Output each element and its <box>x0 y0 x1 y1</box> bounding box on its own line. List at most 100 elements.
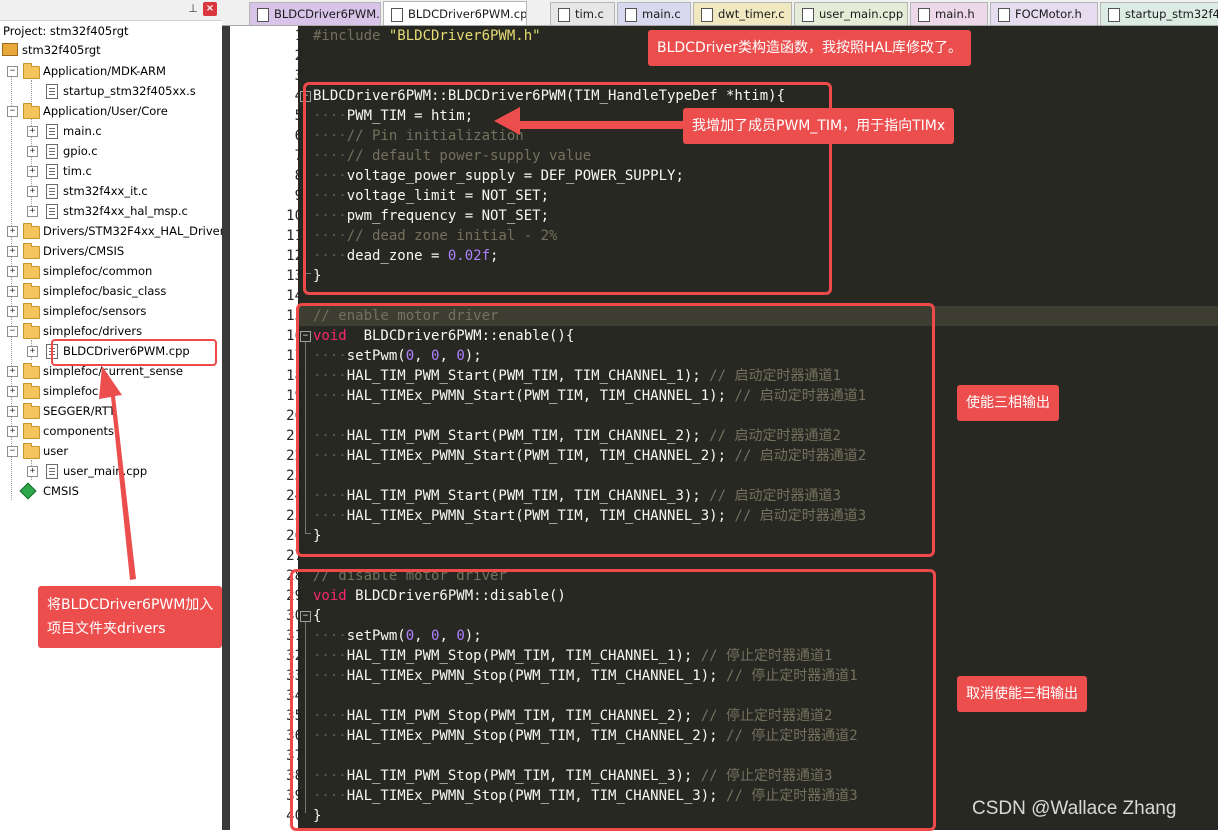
tree-file-item[interactable]: + stm32f4xx_it.c <box>0 181 220 201</box>
tree-item-label: stm32f4xx_hal_msp.c <box>63 204 188 218</box>
tab[interactable]: startup_stm32f405xx.s <box>1100 2 1218 25</box>
tree-file-item[interactable]: + tim.c <box>0 161 220 181</box>
expand-icon[interactable]: + <box>7 386 18 397</box>
expand-icon[interactable]: + <box>27 206 38 217</box>
expand-icon[interactable]: + <box>7 266 18 277</box>
tree-folder-item[interactable]: + simplefoc <box>0 381 220 401</box>
tab[interactable]: tim.c <box>550 2 615 25</box>
editor-tab-bar: BLDCDriver6PWM.h BLDCDriver6PWM.cpp tim.c m… <box>222 0 1218 26</box>
tree-project-item[interactable]: stm32f405rgt <box>0 40 220 60</box>
file-icon <box>46 184 58 199</box>
tree-item-label: simplefoc/common <box>43 264 153 278</box>
expand-icon[interactable]: + <box>7 426 18 437</box>
file-highlight-box <box>51 339 217 366</box>
expand-icon[interactable]: + <box>7 406 18 417</box>
disable-highlight-box <box>290 569 936 831</box>
tree-item-label: Drivers/STM32F4xx_HAL_Driver <box>43 224 223 238</box>
tree-file-item[interactable]: startup_stm32f405xx.s <box>0 81 220 101</box>
line-number: 25 <box>286 508 303 524</box>
tree-item-label: simplefoc/basic_class <box>43 284 167 298</box>
line-number: 2 <box>294 48 303 64</box>
tree-folder-item[interactable]: − Application/MDK-ARM <box>0 61 220 81</box>
tab-label: BLDCDriver6PWM.cpp <box>408 7 527 21</box>
collapse-icon[interactable]: − <box>7 326 18 337</box>
pin-icon[interactable]: ⊥ <box>186 2 200 16</box>
expand-icon[interactable]: + <box>7 246 18 257</box>
tab-active[interactable]: BLDCDriver6PWM.cpp <box>383 1 527 25</box>
tree-folder-item[interactable]: + simplefoc/sensors <box>0 301 220 321</box>
collapse-icon[interactable]: − <box>7 106 18 117</box>
tree-folder-item[interactable]: − user <box>0 441 220 461</box>
collapse-icon[interactable]: − <box>7 446 18 457</box>
file-icon <box>625 8 637 22</box>
file-icon <box>558 8 570 22</box>
tab-label: startup_stm32f405xx.s <box>1125 7 1218 21</box>
tree-item-label: simplefoc <box>43 384 99 398</box>
tree-folder-item[interactable]: + simplefoc/basic_class <box>0 281 220 301</box>
watermark: CSDN @Wallace Zhang <box>972 798 1177 819</box>
line-number: 10 <box>286 208 303 224</box>
tree-item-label: startup_stm32f405xx.s <box>63 84 196 98</box>
line-number: 7 <box>294 148 303 164</box>
line-number: 4 <box>294 88 303 104</box>
tree-item-label: stm32f4xx_it.c <box>63 184 148 198</box>
line-number: 1 <box>294 28 303 44</box>
code-line[interactable]: #include "BLDCDriver6PWM.h" <box>313 26 541 46</box>
expand-icon[interactable]: + <box>7 226 18 237</box>
project-note-line: 将BLDCDriver6PWM加入 <box>47 597 214 613</box>
tree-item-label: gpio.c <box>63 144 98 158</box>
project-note-line: 项目文件夹drivers <box>47 621 166 637</box>
tree-item-label: simplefoc/drivers <box>43 324 143 338</box>
tab[interactable]: user_main.cpp <box>794 2 908 25</box>
tab[interactable]: main.c <box>617 2 691 25</box>
tree-file-item[interactable]: + main.c <box>0 121 220 141</box>
expand-icon[interactable]: + <box>7 306 18 317</box>
constructor-note: BLDCDriver类构造函数，我按照HAL库修改了。 <box>648 30 971 66</box>
tree-folder-item[interactable]: − simplefoc/drivers <box>0 321 220 341</box>
line-number-gutter: 1 2 3 4 5 6 7 8 9 10 11 12 13 14 15 16 17 18 19 20 21 22 23 24 2… <box>230 26 303 830</box>
tab[interactable]: dwt_timer.c <box>693 2 792 25</box>
expand-icon[interactable]: + <box>27 146 38 157</box>
tab-label: main.c <box>642 7 681 21</box>
expand-icon[interactable]: + <box>7 366 18 377</box>
close-icon[interactable]: × <box>203 2 217 16</box>
collapse-icon[interactable]: − <box>7 66 18 77</box>
tab-label: tim.c <box>575 7 604 21</box>
file-icon <box>701 8 713 22</box>
folder-icon <box>23 263 40 279</box>
expand-icon[interactable]: + <box>27 346 38 357</box>
file-icon <box>1108 8 1120 22</box>
tab[interactable]: FOCMotor.h <box>990 2 1098 25</box>
file-icon <box>257 8 269 22</box>
tree-file-item[interactable]: + stm32f4xx_hal_msp.c <box>0 201 220 221</box>
line-number: 15 <box>286 308 303 324</box>
tab-label: BLDCDriver6PWM.h <box>274 7 381 21</box>
expand-icon[interactable]: + <box>27 126 38 137</box>
expand-icon[interactable]: + <box>27 466 38 477</box>
expand-icon[interactable]: + <box>27 186 38 197</box>
tree-folder-item[interactable]: + Drivers/STM32F4xx_HAL_Driver <box>0 221 223 241</box>
tree-item-label: Drivers/CMSIS <box>43 244 125 258</box>
tree-folder-item[interactable]: + Drivers/CMSIS <box>0 241 220 261</box>
line-number: 8 <box>294 168 303 184</box>
tree-file-item[interactable]: + gpio.c <box>0 141 220 161</box>
folder-icon <box>23 423 40 439</box>
tree-item-label: user_main.cpp <box>63 464 148 478</box>
tree-item-label: components <box>43 424 115 438</box>
line-number: 16 <box>286 328 303 344</box>
line-number: 14 <box>286 288 303 304</box>
tree-folder-item[interactable]: + components <box>0 421 220 441</box>
enable-highlight-box <box>296 303 935 557</box>
code-token: #include <box>313 28 389 44</box>
tab-label: FOCMotor.h <box>1015 7 1082 21</box>
tab[interactable]: BLDCDriver6PWM.h <box>249 2 381 25</box>
expand-icon[interactable]: + <box>7 286 18 297</box>
tree-folder-item[interactable]: + simplefoc/common <box>0 261 220 281</box>
tree-folder-item[interactable]: − Application/User/Core <box>0 101 220 121</box>
tree-folder-item[interactable]: + SEGGER/RTT <box>0 401 220 421</box>
expand-icon[interactable]: + <box>27 166 38 177</box>
tab[interactable]: main.h <box>910 2 988 25</box>
tab-label: main.h <box>935 7 975 21</box>
tree-file-item[interactable]: + user_main.cpp <box>0 461 220 481</box>
line-number: 17 <box>286 348 303 364</box>
